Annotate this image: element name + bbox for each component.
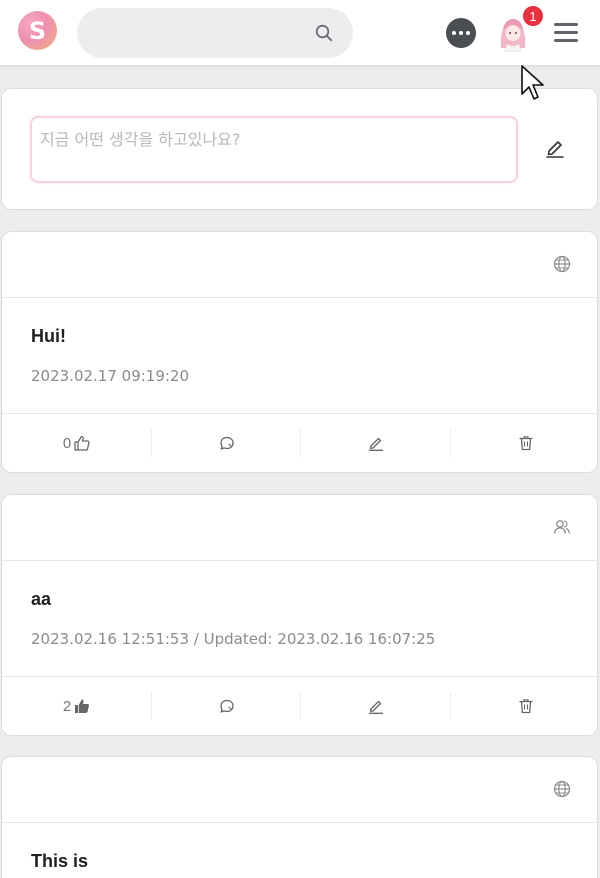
thumbs-up-icon: [74, 435, 90, 451]
post-header: [2, 232, 597, 298]
post-actions: 2: [2, 676, 597, 734]
comment-icon: [220, 699, 234, 713]
comment-button[interactable]: [152, 677, 302, 735]
post-title: Hui!: [31, 326, 66, 346]
globe-icon: [553, 780, 571, 798]
globe-icon: [553, 255, 571, 273]
like-button[interactable]: 0: [2, 414, 152, 472]
comment-icon: [220, 436, 234, 450]
delete-button[interactable]: [451, 414, 600, 472]
post-timestamp: 2023.02.16 12:51:53 / Updated: 2023.02.1…: [31, 630, 436, 648]
dot-icon: [459, 31, 463, 35]
like-button[interactable]: 2: [2, 677, 152, 735]
notification-badge: 1: [521, 4, 545, 28]
post-header: [2, 495, 597, 561]
app-logo[interactable]: S: [18, 11, 57, 50]
comment-button[interactable]: [152, 414, 302, 472]
dot-icon: [466, 31, 470, 35]
pencil-icon: [368, 437, 384, 451]
dot-icon: [452, 31, 456, 35]
post-header: [2, 757, 597, 823]
menu-button[interactable]: [552, 18, 580, 46]
delete-button[interactable]: [451, 677, 600, 735]
composer-field-wrapper[interactable]: [30, 116, 518, 183]
search-icon[interactable]: [314, 23, 334, 43]
post-title: aa: [31, 589, 52, 609]
post-card: Hui! 2023.02.17 09:19:20 0: [1, 231, 598, 473]
post-card: This is: [1, 756, 598, 878]
thumbs-up-filled-icon: [75, 699, 90, 713]
mouse-cursor-icon: [521, 65, 544, 100]
pencil-icon: [368, 700, 384, 714]
edit-button[interactable]: [301, 414, 451, 472]
logo-letter: S: [28, 16, 47, 45]
trash-icon: [519, 699, 533, 714]
search-input[interactable]: [95, 8, 305, 58]
hamburger-line: [554, 39, 578, 42]
top-bar: S 1: [0, 0, 600, 66]
post-actions: 0: [2, 413, 597, 471]
post-card: aa 2023.02.16 12:51:53 / Updated: 2023.0…: [1, 494, 598, 736]
like-count: 0: [62, 434, 72, 452]
trash-icon: [519, 436, 533, 451]
edit-button[interactable]: [301, 677, 451, 735]
hamburger-line: [554, 31, 578, 34]
post-composer: [1, 88, 598, 210]
post-timestamp: 2023.02.17 09:19:20: [31, 367, 190, 385]
hamburger-line: [554, 23, 578, 26]
messages-button[interactable]: [446, 18, 476, 48]
like-count: 2: [62, 697, 72, 715]
search-bar[interactable]: [77, 8, 353, 58]
composer-input[interactable]: [32, 118, 516, 181]
post-title: This is: [31, 851, 89, 871]
write-pen-icon[interactable]: [544, 137, 566, 159]
friends-icon: [553, 520, 571, 534]
